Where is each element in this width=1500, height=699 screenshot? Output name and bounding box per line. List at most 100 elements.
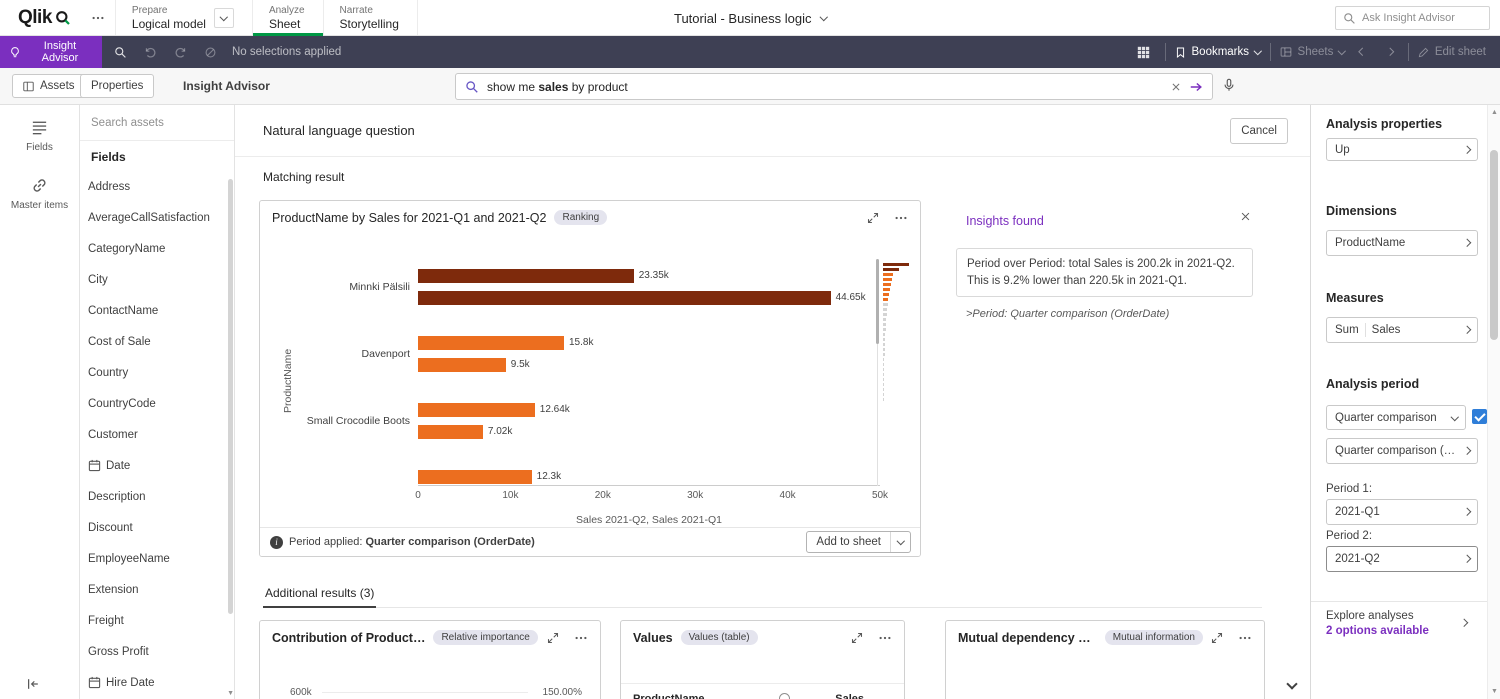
bar-davenport[interactable]	[418, 336, 564, 350]
bar-small-crocodile-boots[interactable]	[418, 403, 535, 417]
nav-narrate[interactable]: Narrate Storytelling	[323, 0, 418, 35]
nl-query-input[interactable]: show me sales by product	[455, 73, 1213, 100]
period-field-item[interactable]: Quarter comparison (OrderD…	[1326, 438, 1478, 464]
scroll-down-button[interactable]: ▼	[1491, 688, 1498, 695]
field-item-averagecallsatisfaction[interactable]: AverageCallSatisfaction	[80, 202, 226, 233]
expand-button[interactable]	[867, 212, 879, 224]
page-scrollbar[interactable]: ▲ ▼	[1487, 105, 1500, 699]
right-axis-tick: 150.00%	[543, 687, 582, 698]
clear-selections-button[interactable]	[198, 40, 222, 64]
cancel-button[interactable]: Cancel	[1230, 118, 1288, 144]
collapse-panel-button[interactable]	[26, 677, 40, 691]
step-back-button[interactable]	[138, 40, 162, 64]
nav-analyze[interactable]: Analyze Sheet	[252, 0, 323, 35]
bookmarks-button[interactable]: Bookmarks	[1175, 46, 1261, 58]
sort-order-item[interactable]: Up	[1326, 138, 1478, 161]
period-type-select[interactable]: Quarter comparison	[1326, 405, 1466, 430]
global-menu-button[interactable]	[81, 11, 115, 25]
card-header: Mutual dependency bet… Mutual informatio…	[946, 621, 1264, 645]
chart-menu-button[interactable]	[1238, 631, 1252, 645]
assets-button[interactable]: Assets	[12, 74, 86, 98]
assets-scrollbar[interactable]: ▼	[226, 171, 234, 699]
qlik-logo[interactable]: Qlik	[0, 0, 81, 35]
x-tick-label: 30k	[687, 490, 703, 501]
bar-minnki-pälsili[interactable]	[418, 269, 634, 283]
field-item-categoryname[interactable]: CategoryName	[80, 233, 226, 264]
field-item-cost-of-sale[interactable]: Cost of Sale	[80, 326, 226, 357]
properties-button[interactable]: Properties	[80, 74, 154, 98]
field-item-contactname[interactable]: ContactName	[80, 295, 226, 326]
page-scrollbar-thumb[interactable]	[1490, 150, 1498, 340]
bar-small-crocodile-boots[interactable]	[418, 425, 483, 439]
measure-sales-item[interactable]: Sum Sales	[1326, 317, 1478, 343]
chevron-down-icon	[1338, 47, 1346, 55]
insight-advisor-button[interactable]: Insight Advisor	[0, 36, 102, 68]
submit-query-button[interactable]	[1189, 80, 1203, 94]
scroll-down-icon[interactable]: ▼	[227, 690, 234, 697]
field-item-countrycode[interactable]: CountryCode	[80, 388, 226, 419]
field-item-employeename[interactable]: EmployeeName	[80, 543, 226, 574]
dimension-productname-item[interactable]: ProductName	[1326, 230, 1478, 256]
mini-navigator[interactable]	[875, 259, 919, 486]
previous-sheet-button[interactable]	[1354, 41, 1372, 63]
lightbulb-icon	[9, 46, 21, 59]
field-item-freight[interactable]: Freight	[80, 605, 226, 636]
chart-menu-button[interactable]	[894, 211, 908, 225]
search-assets-input[interactable]: Search assets	[80, 105, 234, 141]
next-sheet-button[interactable]	[1381, 41, 1399, 63]
show-charts-button[interactable]	[1132, 40, 1156, 64]
add-to-sheet-button[interactable]: Add to sheet	[806, 531, 911, 553]
selections-tool-button[interactable]	[108, 40, 132, 64]
bar-item[interactable]	[418, 470, 532, 484]
clear-query-button[interactable]	[1171, 82, 1181, 92]
edit-sheet-button[interactable]: Edit sheet	[1418, 46, 1486, 58]
rail-item-master-items[interactable]: Master items	[0, 163, 79, 221]
add-to-sheet-dropdown[interactable]	[890, 532, 910, 552]
scroll-up-button[interactable]: ▲	[1491, 109, 1498, 116]
assets-scrollbar-thumb[interactable]	[228, 179, 233, 614]
field-label: Freight	[88, 615, 124, 627]
column-header-sales[interactable]: Sales	[835, 693, 864, 699]
field-item-gross-profit[interactable]: Gross Profit	[80, 636, 226, 667]
column-search-icon[interactable]	[779, 693, 790, 699]
nl-question-title: Natural language question	[263, 123, 415, 138]
bar-minnki-pälsili[interactable]	[418, 291, 831, 305]
chart-menu-button[interactable]	[878, 631, 892, 645]
field-item-discount[interactable]: Discount	[80, 512, 226, 543]
expand-button[interactable]	[851, 632, 863, 644]
rail-item-fields[interactable]: Fields	[0, 105, 79, 163]
field-item-customer[interactable]: Customer	[80, 419, 226, 450]
expand-button[interactable]	[1211, 632, 1223, 644]
field-item-hire-date[interactable]: Hire Date	[80, 667, 226, 698]
nav-prepare[interactable]: Prepare Logical model	[115, 0, 252, 35]
field-item-address[interactable]: Address	[80, 171, 226, 202]
expand-button[interactable]	[547, 632, 559, 644]
edit-sheet-label: Edit sheet	[1435, 46, 1486, 58]
period-enabled-checkbox[interactable]	[1472, 409, 1487, 424]
chart-menu-button[interactable]	[574, 631, 588, 645]
tab-additional-results[interactable]: Additional results (3)	[263, 580, 376, 608]
explore-analyses-link[interactable]: 2 options available	[1326, 625, 1429, 637]
column-header-productname[interactable]: ProductName	[633, 693, 705, 699]
chevron-right-icon[interactable]	[1460, 619, 1468, 627]
field-item-city[interactable]: City	[80, 264, 226, 295]
field-item-description[interactable]: Description	[80, 481, 226, 512]
mini-navigator-thumb[interactable]	[876, 259, 879, 344]
field-item-country[interactable]: Country	[80, 357, 226, 388]
step-forward-button[interactable]	[168, 40, 192, 64]
period2-item[interactable]: 2021-Q2	[1326, 546, 1478, 572]
ask-insight-advisor-search[interactable]: Ask Insight Advisor	[1335, 6, 1490, 30]
measure-field: Sales	[1372, 324, 1401, 336]
logical-model-dropdown-button[interactable]	[214, 8, 234, 28]
close-insights-button[interactable]	[1240, 211, 1251, 222]
app-title-dropdown[interactable]: Tutorial - Business logic	[674, 0, 826, 36]
field-item-extension[interactable]: Extension	[80, 574, 226, 605]
period2-label: Period 2:	[1326, 530, 1372, 542]
sheets-button[interactable]: Sheets	[1280, 46, 1345, 58]
field-item-date[interactable]: Date	[80, 450, 226, 481]
results-scroll-down-button[interactable]	[1288, 675, 1296, 693]
bar-davenport[interactable]	[418, 358, 506, 372]
chevron-right-icon	[1462, 146, 1470, 154]
voice-query-button[interactable]	[1222, 78, 1236, 92]
period1-item[interactable]: 2021-Q1	[1326, 499, 1478, 525]
